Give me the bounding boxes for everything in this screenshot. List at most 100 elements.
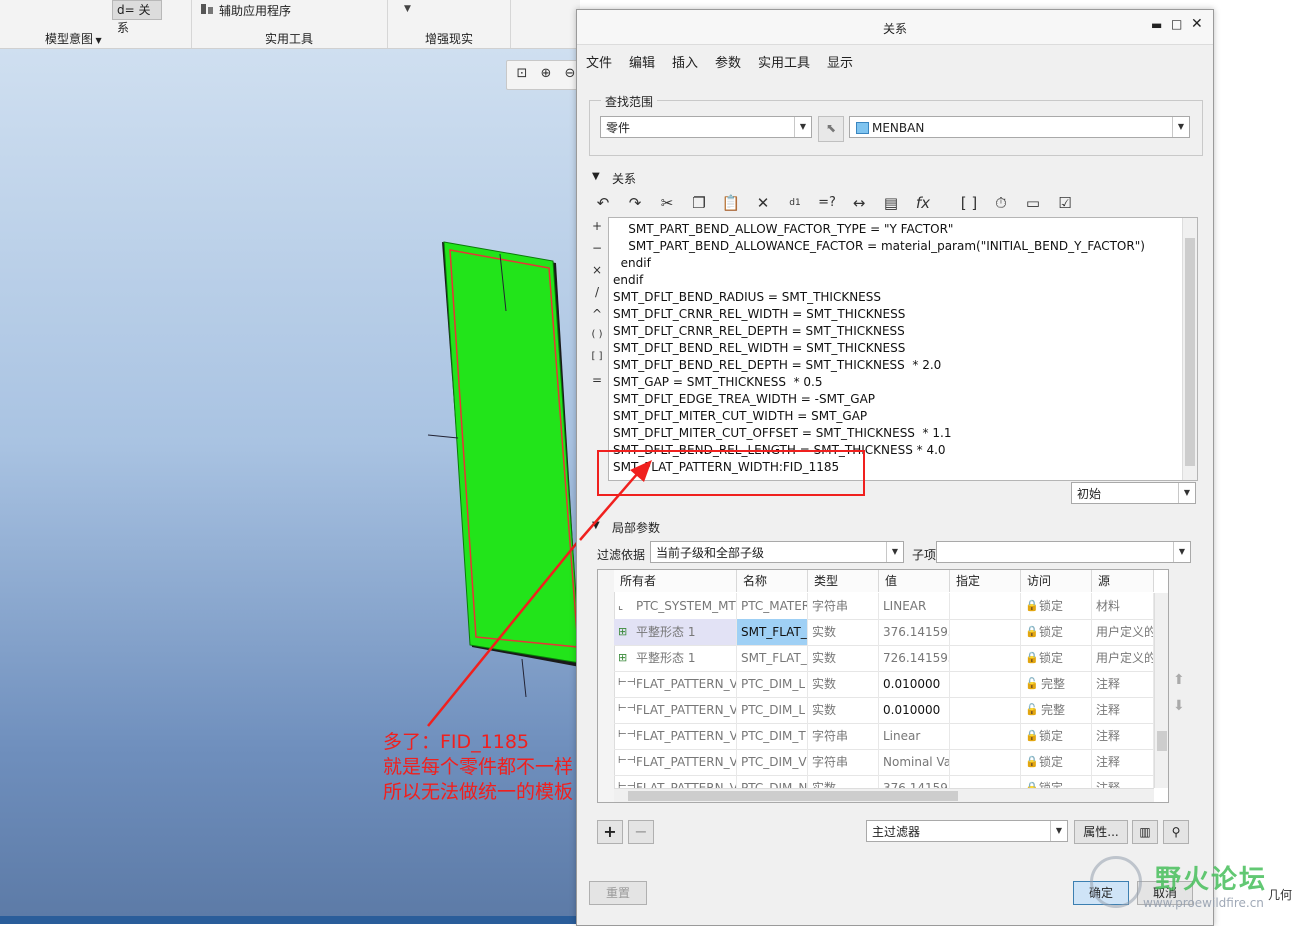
code-line: endif <box>613 273 644 287</box>
relations-editor[interactable]: SMT_PART_BEND_ALLOW_FACTOR_TYPE = "Y FAC… <box>608 217 1198 481</box>
filter-select[interactable]: 当前子级和全部子级 ▼ <box>650 541 904 563</box>
minimize-icon[interactable]: ▬ <box>1151 18 1162 32</box>
dialog-titlebar[interactable]: 关系 ▬ □ ✕ <box>577 10 1213 45</box>
menu-edit[interactable]: 编辑 <box>629 52 655 71</box>
add-param-icon[interactable]: + <box>597 820 623 844</box>
relations-ribbon-button[interactable]: d= 关系 <box>112 0 162 35</box>
column-header[interactable]: 值 <box>879 570 950 592</box>
lock-icon: 🔒 <box>1025 729 1039 742</box>
scrollbar-thumb[interactable] <box>1185 238 1195 466</box>
unlock-icon: 🔓 <box>1025 677 1039 690</box>
scope-model-select[interactable]: MENBAN ▼ <box>849 116 1190 138</box>
main-filter-select[interactable]: 主过滤器 ▼ <box>866 820 1068 842</box>
name-cell: PTC_MATER <box>737 593 808 619</box>
show-dimension-icon[interactable]: d1 <box>783 192 807 214</box>
model-intent-group[interactable]: 模型意图 ▼ <box>45 30 102 47</box>
table-row[interactable]: FLAT_PATTERN_V ⊢⊣ PTC_DIM_T 字符串 Linear 锁… <box>614 723 1154 750</box>
name-cell: PTC_DIM_L <box>737 697 808 723</box>
chevron-down-icon: ▼ <box>794 117 811 137</box>
table-row[interactable]: PTC_SYSTEM_MT ⌞ PTC_MATER 字符串 LINEAR 锁定 … <box>614 593 1154 620</box>
value-cell: 726.141593 <box>879 645 950 671</box>
op-power[interactable]: ^ <box>590 307 604 321</box>
aux-apps-button[interactable]: 辅助应用程序 <box>219 2 291 19</box>
paste-icon[interactable]: 📋 <box>719 192 743 214</box>
collapse-triangle-icon[interactable]: ▼ <box>592 171 600 182</box>
verify-icon[interactable]: ⏱ <box>989 192 1013 214</box>
find-binoculars-icon[interactable]: ⚲ <box>1163 820 1189 844</box>
close-icon[interactable]: ✕ <box>1191 16 1203 32</box>
maximize-icon[interactable]: □ <box>1171 17 1182 31</box>
evaluate-icon[interactable]: =? <box>815 192 839 214</box>
chevron-down-icon: ▼ <box>1172 117 1189 137</box>
columns-icon[interactable]: ▥ <box>1132 820 1158 844</box>
column-header[interactable]: 指定 <box>950 570 1021 592</box>
function-icon[interactable]: fx <box>911 192 935 214</box>
chevron-down-icon: ▼ <box>886 542 903 562</box>
reset-button[interactable]: 重置 <box>589 881 647 905</box>
table-row[interactable]: 平整形态 1 ⊞ SMT_FLAT_ 实数 376.141593 锁定 🔒 用户… <box>614 619 1154 646</box>
owner-cell: PTC_SYSTEM_MT <box>614 593 737 619</box>
delete-icon[interactable]: ✕ <box>751 192 775 214</box>
op-divide[interactable]: / <box>590 285 604 299</box>
watermark-url: www.proewildfire.cn <box>1143 896 1264 910</box>
source-cell: 用户定义的 <box>1092 645 1154 671</box>
graphics-viewport[interactable]: 多了：FID_1185 就是每个零件都不一样 所以无法做统一的模板 <box>0 49 580 924</box>
menu-parameters[interactable]: 参数 <box>715 52 741 71</box>
op-minus[interactable]: − <box>590 241 604 255</box>
undo-icon[interactable]: ↶ <box>591 192 615 214</box>
zoom-in-icon[interactable]: ⊕ <box>537 65 555 83</box>
menu-file[interactable]: 文件 <box>586 52 612 71</box>
op-brackets[interactable]: [ ] <box>590 351 604 362</box>
column-header[interactable]: 名称 <box>737 570 808 592</box>
menu-utilities[interactable]: 实用工具 <box>758 52 810 71</box>
subitem-select[interactable]: ▼ <box>936 541 1191 563</box>
column-header[interactable]: 源 <box>1092 570 1154 592</box>
menu-display[interactable]: 显示 <box>827 52 853 71</box>
zoom-fit-icon[interactable]: ⊡ <box>513 65 531 83</box>
op-parentheses[interactable]: ( ) <box>590 329 604 340</box>
lock-icon: 🔒 <box>1025 599 1039 612</box>
column-header[interactable]: 类型 <box>808 570 879 592</box>
select-pointer-icon[interactable]: ⬉ <box>818 116 844 142</box>
table-view-icon[interactable]: ▭ <box>1021 192 1045 214</box>
remove-param-icon[interactable]: − <box>628 820 654 844</box>
move-down-icon[interactable]: ⬇ <box>1173 698 1185 714</box>
menu-insert[interactable]: 插入 <box>672 52 698 71</box>
scope-model-value: MENBAN <box>872 121 925 135</box>
column-header[interactable]: 所有者 <box>614 570 737 592</box>
designate-cell <box>950 645 1021 671</box>
table-hscrollbar[interactable] <box>614 788 1154 802</box>
properties-button[interactable]: 属性... <box>1074 820 1128 844</box>
table-row[interactable]: 平整形态 1 ⊞ SMT_FLAT_ 实数 726.141593 锁定 🔒 用户… <box>614 645 1154 672</box>
table-row[interactable]: FLAT_PATTERN_V ⊢⊣ PTC_DIM_L 实数 0.010000 … <box>614 671 1154 698</box>
type-cell: 字符串 <box>808 749 879 775</box>
brackets-icon[interactable]: [ ] <box>957 192 981 214</box>
move-up-icon[interactable]: ⬆ <box>1173 672 1185 688</box>
flat-pattern-icon: ⊞ <box>618 651 628 664</box>
table-vscrollbar[interactable] <box>1154 593 1168 788</box>
checklist-icon[interactable]: ☑ <box>1053 192 1077 214</box>
column-header[interactable]: 访问 <box>1021 570 1092 592</box>
copy-icon[interactable]: ❐ <box>687 192 711 214</box>
code-line: SMT_PART_BEND_ALLOWANCE_FACTOR = materia… <box>613 239 1145 253</box>
op-multiply[interactable]: × <box>590 263 604 277</box>
scrollbar-thumb[interactable] <box>628 791 958 801</box>
value-cell: 0.010000 <box>879 671 950 697</box>
lock-icon: 🔒 <box>1025 651 1039 664</box>
ribbon-dropdown-icon[interactable]: ▼ <box>404 4 411 14</box>
scrollbar-thumb[interactable] <box>1157 731 1167 751</box>
op-equals[interactable]: = <box>590 373 604 387</box>
table-row[interactable]: FLAT_PATTERN_V ⊢⊣ PTC_DIM_L 实数 0.010000 … <box>614 697 1154 724</box>
redo-icon[interactable]: ↷ <box>623 192 647 214</box>
op-plus[interactable]: + <box>590 219 604 233</box>
editor-scrollbar[interactable] <box>1182 218 1197 480</box>
table-row[interactable]: FLAT_PATTERN_V ⊢⊣ PTC_DIM_V 字符串 Nominal … <box>614 749 1154 776</box>
sort-icon[interactable]: ▤ <box>879 192 903 214</box>
cut-icon[interactable]: ✂ <box>655 192 679 214</box>
relation-state-select[interactable]: 初始 ▼ <box>1071 482 1196 504</box>
ribbon-separator <box>191 0 192 48</box>
designate-cell <box>950 593 1021 619</box>
units-icon[interactable]: ↔ <box>847 192 871 214</box>
scope-type-select[interactable]: 零件 ▼ <box>600 116 812 138</box>
type-cell: 实数 <box>808 697 879 723</box>
